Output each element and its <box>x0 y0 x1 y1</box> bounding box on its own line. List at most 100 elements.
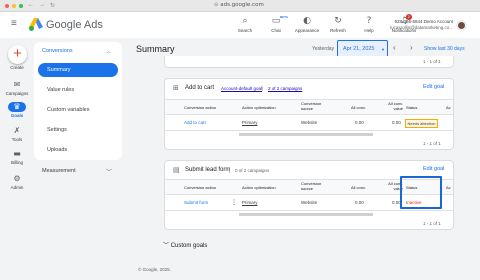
account-default-goal-link[interactable]: Account-default goal <box>221 86 262 91</box>
col-action-truncated[interactable]: Ac <box>446 185 451 190</box>
rail-item-tools[interactable]: ✗ Tools <box>0 126 34 142</box>
search-icon: ⌕ <box>242 16 248 26</box>
goal-title: Submit lead form <box>185 167 231 173</box>
custom-goals-section[interactable]: ﹀ Custom goals <box>163 240 207 249</box>
status-badge[interactable]: Needs attention <box>405 119 439 128</box>
avatar[interactable] <box>457 21 466 30</box>
table-pager: 1 - 1 of 1 <box>423 141 441 146</box>
nav-item-settings[interactable]: Settings <box>38 123 118 137</box>
app-title: Google Ads <box>46 19 103 31</box>
action-optimization-value[interactable]: Primary <box>242 120 258 125</box>
chevron-down-icon[interactable]: ﹀ <box>106 167 112 176</box>
col-conversion-source[interactable]: Conversion source <box>301 101 329 111</box>
rail-item-campaigns[interactable]: ✉ Campaigns <box>0 80 34 96</box>
col-all-conv-value[interactable]: All conv. value <box>382 101 403 111</box>
next-period-icon[interactable]: › <box>410 44 413 52</box>
action-optimization-value[interactable]: Primary <box>242 200 258 205</box>
wrench-icon: ✗ <box>13 126 21 135</box>
gear-icon: ⚙ <box>13 174 21 183</box>
separator-dot: | <box>262 85 264 91</box>
address-bar[interactable]: ⊝ ads.google.com <box>214 2 264 8</box>
col-action-optimization[interactable]: Action optimization <box>242 105 276 110</box>
url-text: ads.google.com <box>220 2 264 8</box>
horizontal-scrollbar[interactable] <box>239 213 373 216</box>
edit-goal-button[interactable]: Edit goal <box>423 166 444 172</box>
col-status[interactable]: Status <box>406 105 417 110</box>
trophy-icon: ♛ <box>13 102 21 111</box>
nav-section-measurement[interactable]: Measurement <box>42 168 76 174</box>
refresh-icon: ↻ <box>334 16 342 26</box>
lock-icon: ⊝ <box>214 2 219 8</box>
previous-goal-card: 1 - 1 of 1 <box>164 56 454 68</box>
more-options-icon[interactable]: ⋮ <box>231 199 237 206</box>
account-id: 928-366-5844 Demo Account <box>394 19 453 24</box>
page-title: Summary <box>136 44 175 54</box>
conversion-source-value: Website <box>301 200 318 205</box>
conversion-action-link[interactable]: Submit form <box>184 200 208 205</box>
rail-item-admin[interactable]: ⚙ Admin <box>0 174 34 190</box>
chevron-down-icon: ﹀ <box>163 243 170 249</box>
nav-item-value-rules[interactable]: Value rules <box>38 83 118 97</box>
help-button[interactable]: ? Help <box>358 15 380 33</box>
forward-arrow-icon[interactable]: → <box>39 2 45 9</box>
col-all-conv[interactable]: All conv. <box>351 105 366 110</box>
help-icon: ? <box>366 16 372 26</box>
maximize-window-icon[interactable] <box>19 4 23 8</box>
rail-item-billing[interactable]: ▬ Billing <box>0 149 34 165</box>
nav-section-conversions[interactable]: Conversions <box>42 48 73 54</box>
nav-item-summary[interactable]: Summary <box>38 63 118 77</box>
search-button[interactable]: ⌕ Search <box>234 15 256 33</box>
col-conversion-source[interactable]: Conversion source <box>301 181 329 191</box>
goal-card-header: ⊞ Add to cart Account-default goal | 2 o… <box>165 79 453 99</box>
minimize-window-icon[interactable] <box>12 4 16 8</box>
appearance-button[interactable]: ◐ Appearance <box>295 15 319 33</box>
chat-icon: ▭ <box>271 16 281 26</box>
all-conv-value: 0.00 <box>355 200 364 205</box>
chat-button[interactable]: BETA ▭ Chat <box>265 15 288 33</box>
goal-card-add-to-cart: ⊞ Add to cart Account-default goal | 2 o… <box>164 78 454 150</box>
campaigns-link[interactable]: 2 of 2 campaigns <box>268 86 302 91</box>
megaphone-icon: ✉ <box>13 80 21 89</box>
reload-icon[interactable]: ↻ <box>50 2 55 9</box>
account-switcher[interactable]: 928-366-5844 Demo Account lucasrollin@da… <box>390 19 453 30</box>
status-highlight-box <box>400 176 442 209</box>
conversion-action-link[interactable]: Add to cart <box>184 120 206 125</box>
hamburger-menu-icon[interactable]: ≡ <box>11 19 17 29</box>
rail-create-label-wrap: Create <box>0 64 34 70</box>
table-row: Add to cart Primary Website 0.00 0.00 Ne… <box>165 115 453 131</box>
form-icon: ▤ <box>173 166 180 174</box>
close-window-icon[interactable] <box>5 4 9 8</box>
show-last-30-days-link[interactable]: Show last 30 days <box>424 46 465 52</box>
previous-card-pager: 1 - 1 of 1 <box>423 59 441 64</box>
footer-copyright: © Google, 2025. <box>138 267 171 272</box>
col-all-conv[interactable]: All conv. <box>351 185 366 190</box>
col-conversion-action[interactable]: Conversion action <box>184 105 216 110</box>
nav-item-uploads[interactable]: Uploads <box>38 143 118 157</box>
goal-title: Add to cart <box>185 85 215 91</box>
rail-item-goals[interactable]: ♛ Goals <box>0 102 34 118</box>
credit-card-icon: ▬ <box>13 149 21 158</box>
edit-goal-button[interactable]: Edit goal <box>423 84 444 90</box>
window-controls <box>5 4 23 8</box>
col-action-optimization[interactable]: Action optimization <box>242 185 276 190</box>
create-button[interactable]: + <box>8 45 27 64</box>
app-header: ≡ Google Ads ⌕ Search BETA ▭ Chat ◐ Appe… <box>0 12 480 38</box>
rail-active-indicator: ♛ <box>8 102 26 112</box>
col-conversion-action[interactable]: Conversion action <box>184 185 216 190</box>
cart-icon: ⊞ <box>173 84 179 92</box>
back-arrow-icon[interactable]: ← <box>28 2 34 9</box>
nav-item-custom-variables[interactable]: Custom variables <box>38 103 118 117</box>
goals-nav-panel: Conversions ︿ Summary Value rules Custom… <box>34 42 122 160</box>
table-header: Conversion action Action optimization Co… <box>165 99 453 115</box>
horizontal-scrollbar[interactable] <box>239 133 373 136</box>
browser-chrome: ← → ↻ ⊝ ads.google.com <box>0 0 480 12</box>
custom-goals-label: Custom goals <box>170 243 208 249</box>
left-rail: + Create ✉ Campaigns ♛ Goals ✗ Tools ▬ B… <box>0 38 34 280</box>
beta-badge: BETA <box>280 15 288 19</box>
col-action-truncated[interactable]: Ac <box>446 105 451 110</box>
account-email: lucasrollin@datamarketing.co... <box>390 25 453 30</box>
previous-period-icon[interactable]: ‹ <box>393 44 396 52</box>
refresh-button[interactable]: ↻ Refresh <box>327 15 349 33</box>
campaigns-count: 0 of 2 campaigns <box>235 167 270 173</box>
chevron-up-icon[interactable]: ︿ <box>106 48 111 55</box>
